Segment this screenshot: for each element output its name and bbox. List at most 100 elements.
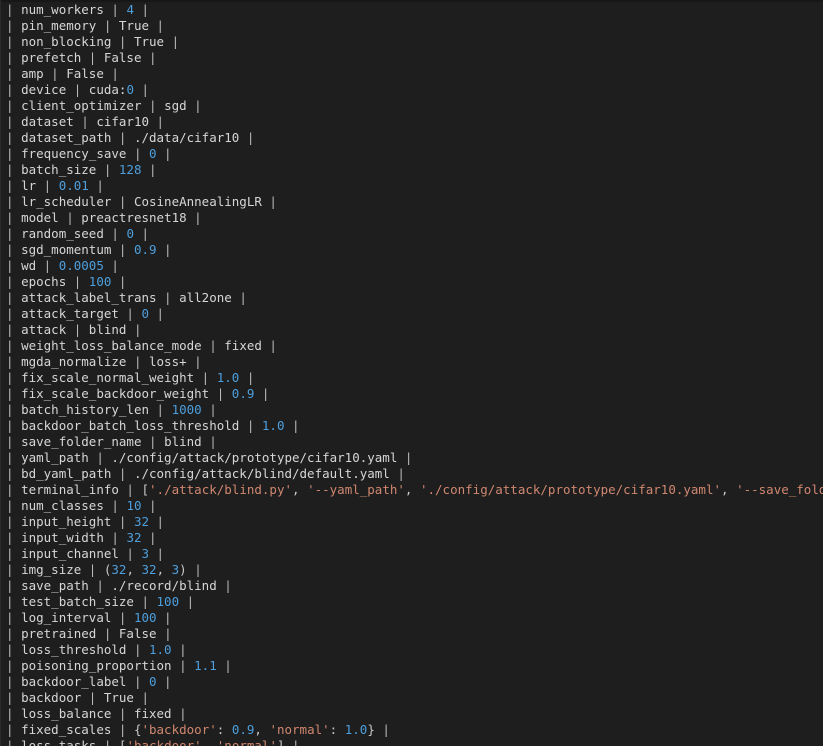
table-row: | amp | False | — [6, 66, 823, 82]
cell-value: fixed — [133, 706, 172, 721]
row-separator: | — [6, 450, 22, 465]
table-row: | loss_tasks | ['backdoor', 'normal'] | — [6, 738, 823, 746]
cell-key: num_workers — [21, 2, 104, 17]
cell-value: all2one — [179, 290, 232, 305]
cell-key: terminal_info — [21, 482, 119, 497]
row-separator: | — [179, 594, 195, 609]
cell-value-number: 1000 — [171, 402, 202, 417]
row-separator: | — [141, 162, 157, 177]
cell-value: False — [66, 66, 104, 81]
row-separator: | — [6, 578, 22, 593]
cell-value: ./data/cifar10 — [133, 130, 240, 145]
cell-key: yaml_path — [21, 450, 89, 465]
table-row: | backdoor_batch_loss_threshold | 1.0 | — [6, 418, 823, 434]
cell-value-number: 100 — [156, 594, 180, 609]
row-separator: | — [156, 626, 172, 641]
cell-value-number: 10 — [126, 498, 142, 513]
row-separator: | — [73, 114, 97, 129]
row-separator: | — [284, 418, 300, 433]
cell-key: model — [21, 210, 59, 225]
row-separator: | — [6, 610, 22, 625]
cell-value: False — [103, 50, 142, 65]
row-separator: | — [209, 386, 232, 401]
table-row: | model | preactresnet18 | — [6, 210, 823, 226]
cell-key: device — [21, 82, 67, 97]
cell-value: preactresnet18 — [81, 210, 187, 225]
cell-value-number: 0 — [149, 674, 157, 689]
table-row: | num_workers | 4 | — [6, 2, 823, 18]
cell-key: dataset — [21, 114, 74, 129]
row-separator: | — [66, 274, 89, 289]
row-separator: | — [111, 514, 134, 529]
table-row: | wd | 0.0005 | — [6, 258, 823, 274]
row-separator: | — [6, 498, 22, 513]
row-separator: | — [43, 66, 67, 81]
terminal-output-pane[interactable]: | num_workers | 4 | | pin_memory | True |… — [0, 0, 823, 746]
cell-value: blind — [88, 322, 127, 337]
row-separator: | — [81, 50, 104, 65]
row-separator: | — [216, 658, 232, 673]
table-row: | pin_memory | True | — [6, 18, 823, 34]
table-row: | epochs | 100 | — [6, 274, 823, 290]
row-separator: | — [171, 658, 195, 673]
cell-key: mgda_normalize — [21, 354, 127, 369]
row-separator: | — [389, 466, 405, 481]
cell-value-punct: : — [329, 722, 345, 737]
cell-key: attack_label_trans — [21, 290, 157, 305]
table-row: | non_blocking | True | — [6, 34, 823, 50]
row-separator: | — [66, 322, 89, 337]
row-separator: | — [6, 290, 22, 305]
table-row: | backdoor | True | — [6, 690, 823, 706]
cell-key: attack — [21, 322, 67, 337]
cell-value-punct: ) — [179, 562, 187, 577]
row-separator: | — [103, 498, 127, 513]
cell-key: backdoor_label — [21, 674, 127, 689]
cell-value-string: '--save_folder_name' — [736, 482, 823, 497]
row-separator: | — [201, 434, 217, 449]
row-separator: | — [6, 738, 22, 746]
row-separator: | — [111, 274, 127, 289]
row-separator: | — [194, 370, 217, 385]
table-row: | attack | blind | — [6, 322, 823, 338]
table-row: | attack_label_trans | all2one | — [6, 290, 823, 306]
row-separator: | — [103, 66, 119, 81]
row-separator: | — [156, 610, 172, 625]
row-separator: | — [6, 82, 22, 97]
row-separator: | — [6, 114, 22, 129]
row-separator: | — [6, 34, 22, 49]
table-row: | num_classes | 10 | — [6, 498, 823, 514]
table-row: | dataset_path | ./data/cifar10 | — [6, 130, 823, 146]
cell-value: fixed — [224, 338, 262, 353]
row-separator: | — [231, 290, 247, 305]
cell-value-number: 0.9 — [231, 386, 255, 401]
row-separator: | — [6, 658, 22, 673]
row-separator: | — [6, 530, 22, 545]
row-separator: | — [96, 738, 119, 746]
cell-value-number: 1.0 — [261, 418, 285, 433]
row-separator: | — [133, 2, 150, 17]
cell-key: pin_memory — [21, 18, 97, 33]
cell-value-number: 0 — [141, 306, 150, 321]
table-row: | test_batch_size | 100 | — [6, 594, 823, 610]
row-separator: | — [6, 242, 22, 257]
row-separator: | — [6, 514, 22, 529]
row-separator: | — [216, 578, 232, 593]
table-row: | save_path | ./record/blind | — [6, 578, 823, 594]
cell-value-number: 3 — [141, 546, 150, 561]
row-separator: | — [156, 290, 180, 305]
row-separator: | — [126, 146, 149, 161]
cell-key: prefetch — [21, 50, 82, 65]
row-separator: | — [103, 530, 127, 545]
cell-value-number: 0.9 — [231, 722, 255, 737]
row-separator: | — [149, 114, 165, 129]
row-separator: | — [6, 402, 22, 417]
row-separator: | — [81, 690, 104, 705]
cell-value-string: 'normal' — [216, 738, 277, 746]
table-row: | input_channel | 3 | — [6, 546, 823, 562]
cell-value-number: 32 — [133, 514, 150, 529]
row-separator: | — [103, 258, 119, 273]
row-separator: | — [201, 402, 217, 417]
cell-value-punct: } — [367, 722, 375, 737]
row-separator: | — [118, 482, 142, 497]
cell-key: input_width — [21, 530, 104, 545]
